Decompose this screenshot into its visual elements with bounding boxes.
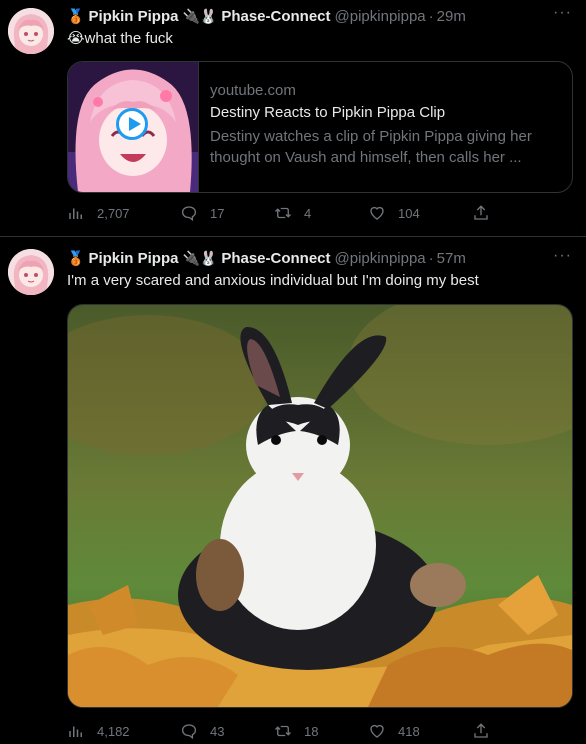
more-icon[interactable]: ··· [553, 4, 572, 22]
user-handle[interactable]: @pipkinpippa [335, 8, 426, 25]
views-button[interactable]: 2,707 [67, 204, 130, 222]
card-body[interactable]: youtube.com Destiny Reacts to Pipkin Pip… [210, 82, 558, 168]
plug-bunny-emoji: 🔌🐰 [182, 249, 218, 266]
card-domain: youtube.com [210, 82, 296, 99]
tweet-caption: what the fuck [84, 30, 173, 47]
rabbit-photo [68, 305, 572, 707]
tweet-text: 😭what the fuck [67, 29, 173, 47]
separator: · [428, 7, 434, 25]
share-icon [474, 723, 488, 738]
retweet-count: 18 [304, 723, 319, 739]
share-icon [474, 205, 488, 220]
avatar[interactable] [8, 249, 54, 295]
like-count: 104 [398, 205, 420, 221]
reply-button[interactable]: 43 [180, 722, 224, 740]
affiliation-name[interactable]: Phase-Connect [221, 8, 330, 25]
timestamp[interactable]: 57m [437, 250, 466, 267]
crying-emoji: 😭 [67, 30, 85, 47]
views-button[interactable]: 4,182 [67, 722, 130, 740]
reply-count: 43 [210, 723, 225, 739]
retweet-button[interactable]: 18 [274, 722, 318, 740]
share-button[interactable] [472, 722, 502, 740]
views-icon [69, 208, 82, 219]
tweet-actions: 4,182 43 18 418 [67, 722, 507, 742]
like-icon [370, 206, 384, 220]
play-icon[interactable] [116, 108, 148, 140]
badge-emoji: 🥉 [67, 7, 85, 24]
tweet-photo[interactable] [67, 304, 573, 708]
reply-button[interactable]: 17 [180, 204, 224, 222]
like-button[interactable]: 418 [368, 722, 420, 740]
views-count: 4,182 [97, 723, 130, 739]
tweet-header: 🥉 Pipkin Pippa 🔌🐰 Phase-Connect @pipkinp… [67, 6, 466, 26]
more-icon[interactable]: ··· [553, 247, 572, 265]
video-thumbnail[interactable] [68, 62, 199, 192]
retweet-icon [275, 207, 291, 219]
tweet-actions: 2,707 17 4 104 [67, 204, 507, 224]
badge-emoji: 🥉 [67, 249, 85, 266]
views-icon [69, 726, 82, 737]
separator: · [428, 249, 434, 267]
timestamp[interactable]: 29m [437, 8, 466, 25]
retweet-button[interactable]: 4 [274, 204, 311, 222]
tweet-2[interactable]: 🥉 Pipkin Pippa 🔌🐰 Phase-Connect @pipkinp… [0, 237, 586, 744]
link-card[interactable]: youtube.com Destiny Reacts to Pipkin Pip… [67, 61, 573, 193]
share-button[interactable] [472, 204, 502, 222]
display-name[interactable]: Pipkin Pippa [88, 250, 178, 267]
retweet-icon [275, 725, 291, 737]
like-icon [370, 724, 384, 738]
tweet-1[interactable]: 🥉 Pipkin Pippa 🔌🐰 Phase-Connect @pipkinp… [0, 0, 586, 237]
reply-count: 17 [210, 205, 225, 221]
tweet-caption: I'm a very scared and anxious individual… [67, 272, 479, 289]
retweet-count: 4 [304, 205, 312, 221]
tweet-header: 🥉 Pipkin Pippa 🔌🐰 Phase-Connect @pipkinp… [67, 248, 466, 268]
affiliation-name[interactable]: Phase-Connect [221, 250, 330, 267]
user-handle[interactable]: @pipkinpippa [335, 250, 426, 267]
card-description: Destiny watches a clip of Pipkin Pippa g… [210, 128, 532, 166]
views-count: 2,707 [97, 205, 130, 221]
reply-icon [181, 206, 197, 222]
like-count: 418 [398, 723, 420, 739]
like-button[interactable]: 104 [368, 204, 420, 222]
reply-icon [181, 724, 197, 740]
avatar[interactable] [8, 8, 54, 54]
card-title[interactable]: Destiny Reacts to Pipkin Pippa Clip [210, 104, 558, 125]
plug-bunny-emoji: 🔌🐰 [182, 7, 218, 24]
display-name[interactable]: Pipkin Pippa [88, 8, 178, 25]
